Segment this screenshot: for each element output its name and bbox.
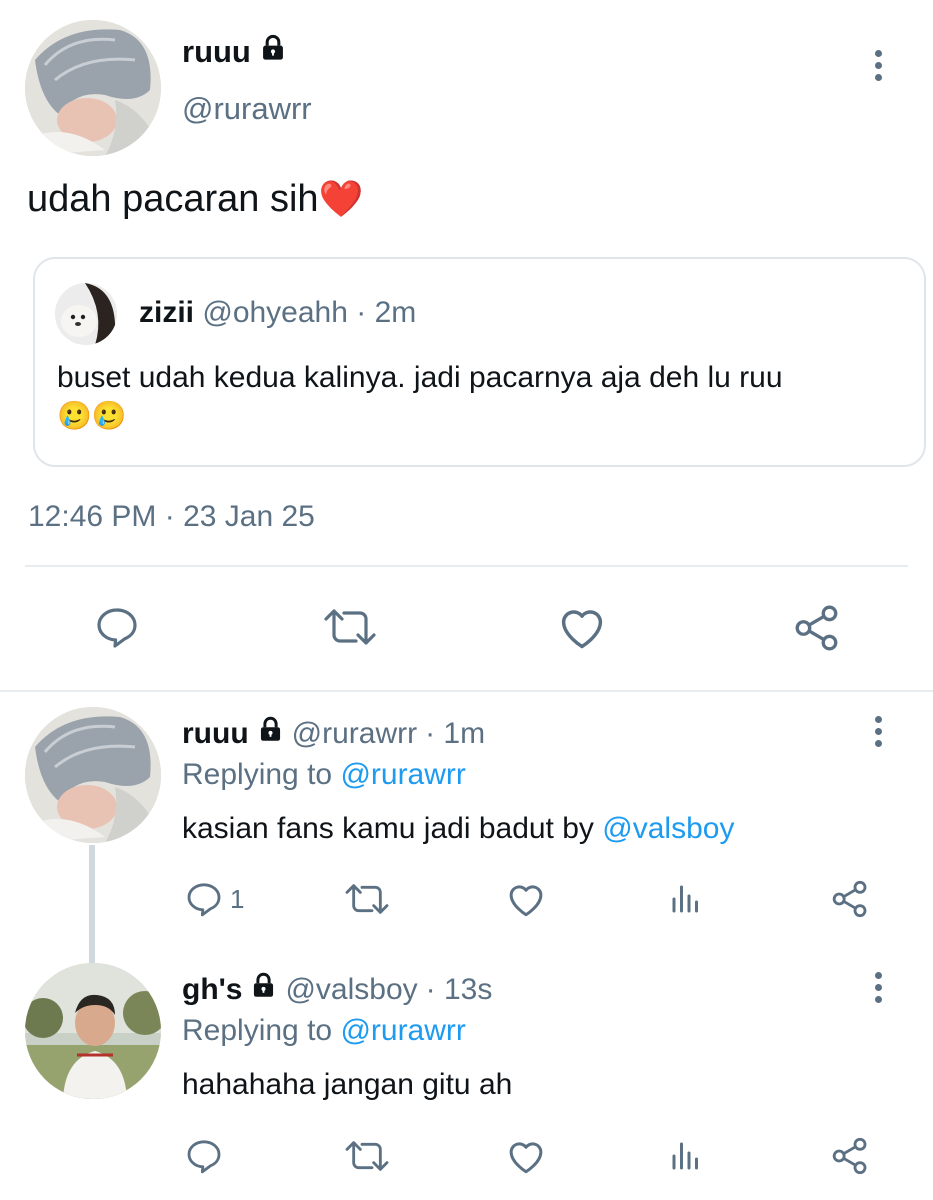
lock-icon [259, 34, 287, 70]
crying-face-emoji-icon: 🥲🥲 [57, 400, 127, 431]
quoted-tweet-card[interactable]: zizii @ohyeahh · 2m buset udah kedua kal… [33, 257, 926, 467]
reply-2-handle[interactable]: @valsboy [285, 973, 417, 1007]
retweet-icon[interactable] [320, 603, 380, 651]
reply-1-time: · 1m [425, 716, 486, 750]
main-tweet-timestamp[interactable]: 12:46 PM · 23 Jan 25 [28, 500, 315, 534]
reply-icon[interactable] [93, 603, 141, 651]
user-avatar-blanket-icon [25, 20, 161, 156]
quoted-tweet-handle[interactable]: @ohyeahh [202, 296, 348, 329]
main-tweet-text: udah pacaran sih [27, 178, 319, 220]
like-icon[interactable] [505, 1136, 547, 1176]
lock-icon [250, 972, 277, 1007]
more-options-icon[interactable] [868, 716, 888, 747]
main-tweet-handle[interactable]: @rurawrr [182, 91, 312, 127]
reply-icon[interactable] [184, 1136, 224, 1176]
replying-to-link[interactable]: @rurawrr [340, 758, 465, 791]
more-options-icon[interactable] [868, 50, 888, 81]
reply-1-display-name[interactable]: ruuu [182, 717, 249, 751]
analytics-icon[interactable] [668, 881, 704, 917]
user-avatar-blanket-icon [25, 707, 161, 843]
share-icon[interactable] [830, 1136, 870, 1176]
share-icon[interactable] [792, 603, 842, 653]
reply-1-text: kasian fans kamu jadi badut by [182, 812, 594, 845]
main-tweet-avatar[interactable] [25, 20, 161, 156]
divider [0, 690, 933, 692]
reply-1-avatar[interactable] [25, 707, 161, 843]
main-tweet-text-container: udah pacaran sih❤️ [27, 178, 363, 221]
reply-2-display-name[interactable]: gh's [182, 973, 242, 1007]
like-icon[interactable] [556, 603, 608, 651]
quoted-tweet-time: · 2m [356, 296, 417, 329]
thread-line [89, 845, 95, 963]
retweet-icon[interactable] [342, 879, 392, 919]
reply-2-text: hahahaha jangan gitu ah [182, 1068, 513, 1101]
quoted-tweet-display-name[interactable]: zizii [139, 296, 194, 329]
mention-link[interactable]: @valsboy [602, 812, 734, 845]
user-avatar-boy-icon [25, 963, 161, 1099]
quoted-tweet-text: buset udah kedua kalinya. jadi pacarnya … [57, 361, 783, 394]
divider [25, 565, 908, 567]
analytics-icon[interactable] [668, 1138, 704, 1174]
reply-icon[interactable]: 1 [184, 879, 244, 919]
reply-2-avatar[interactable] [25, 963, 161, 1099]
replying-to-label: Replying to [182, 758, 333, 791]
lock-icon [257, 716, 284, 751]
replying-to-link[interactable]: @rurawrr [340, 1014, 465, 1047]
quoted-tweet-avatar [55, 283, 117, 345]
share-icon[interactable] [830, 879, 870, 919]
reply-count: 1 [230, 883, 245, 914]
retweet-icon[interactable] [342, 1136, 392, 1176]
user-avatar-dog-icon [55, 283, 117, 345]
like-icon[interactable] [505, 879, 547, 919]
reply-1-handle[interactable]: @rurawrr [292, 717, 417, 751]
more-options-icon[interactable] [868, 972, 888, 1003]
replying-to-label: Replying to [182, 1014, 333, 1047]
reply-2-time: · 13s [425, 972, 493, 1006]
main-tweet-display-name[interactable]: ruuu [182, 34, 251, 70]
heart-emoji-icon: ❤️ [318, 178, 364, 219]
